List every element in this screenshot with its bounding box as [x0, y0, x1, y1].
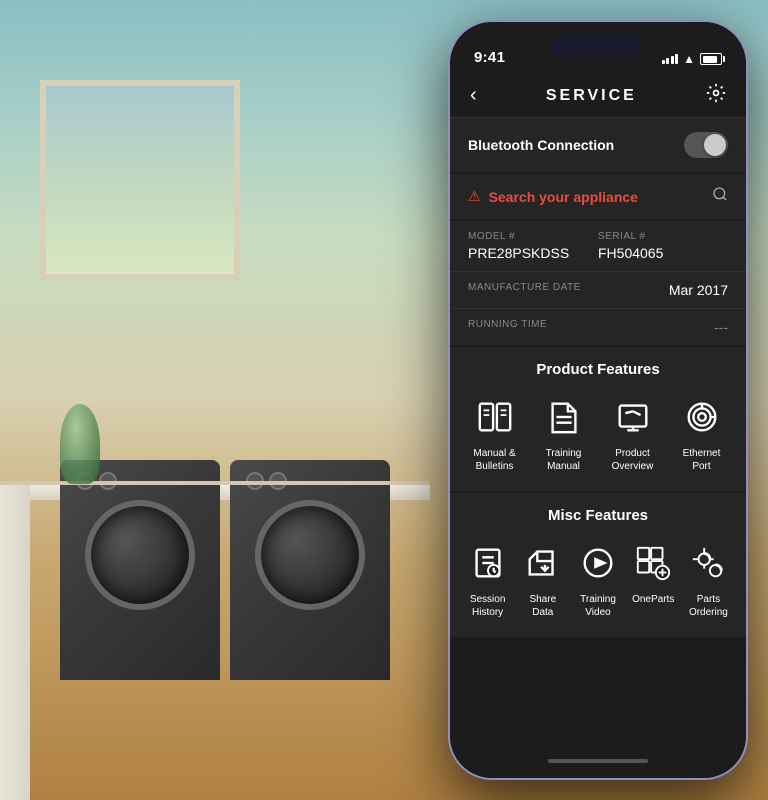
feature-oneparts[interactable]: OneParts	[626, 541, 681, 619]
parts-ordering-icon	[689, 544, 727, 582]
share-data-icon-box	[521, 541, 565, 585]
oneparts-label: OneParts	[632, 593, 674, 606]
product-overview-label: ProductOverview	[612, 447, 654, 473]
share-data-label: ShareData	[529, 593, 556, 619]
manufacture-date-row: Manufacture Date Mar 2017	[450, 272, 746, 309]
serial-value: FH504065	[598, 245, 728, 261]
product-features-section: Product Features	[450, 347, 746, 491]
search-appliance-left: ⚠ Search your appliance	[468, 188, 638, 205]
misc-features-title-row: Misc Features	[450, 493, 746, 537]
training-manual-icon-box	[542, 395, 586, 439]
manual-label: Manual &Bulletins	[473, 447, 515, 473]
serial-col: Serial # FH504065	[598, 231, 728, 261]
oneparts-icon	[634, 544, 672, 582]
model-col: Model # PRE28PSKDSS	[468, 231, 598, 261]
serial-label: Serial #	[598, 231, 728, 242]
model-serial-row: Model # PRE28PSKDSS Serial # FH504065	[450, 221, 746, 272]
ethernet-port-label: EthernetPort	[683, 447, 721, 473]
model-label: Model #	[468, 231, 598, 242]
product-overview-icon-box	[611, 395, 655, 439]
dryer-door	[255, 500, 365, 610]
appliances-area	[40, 360, 420, 680]
manufacture-date-value: Mar 2017	[669, 282, 728, 298]
feature-product-overview[interactable]: ProductOverview	[604, 395, 662, 473]
session-history-icon	[469, 544, 507, 582]
feature-manual[interactable]: Manual &Bulletins	[466, 395, 524, 473]
parts-ordering-label: PartsOrdering	[689, 593, 728, 619]
battery-icon	[700, 53, 722, 65]
feature-training-video[interactable]: TrainingVideo	[570, 541, 625, 619]
background-cabinet	[0, 485, 30, 800]
warning-icon: ⚠	[468, 188, 481, 205]
running-time-label: Running Time	[468, 319, 714, 330]
background-window	[40, 80, 240, 280]
status-time: 9:41	[474, 49, 505, 66]
oneparts-icon-box	[631, 541, 675, 585]
training-manual-label: TrainingManual	[546, 447, 582, 473]
signal-bars-icon	[662, 54, 679, 64]
appliance-info-section: Model # PRE28PSKDSS Serial # FH504065 Ma…	[450, 221, 746, 345]
misc-features-grid: SessionHistory	[450, 537, 746, 637]
product-features-grid: Manual &Bulletins	[450, 391, 746, 491]
battery-fill	[703, 56, 717, 63]
session-history-icon-box	[466, 541, 510, 585]
search-appliance-text: Search your appliance	[489, 189, 638, 205]
manual-bulletins-icon	[476, 398, 514, 436]
dryer	[230, 460, 390, 680]
training-manual-icon	[545, 398, 583, 436]
washer	[60, 460, 220, 680]
misc-features-section: Misc Features	[450, 493, 746, 637]
feature-session-history[interactable]: SessionHistory	[460, 541, 515, 619]
phone-device: 9:41 ▲ ‹ SERVICE	[448, 20, 748, 780]
product-features-title-row: Product Features	[450, 347, 746, 391]
toggle-thumb	[704, 134, 726, 156]
signal-bar-2	[666, 58, 669, 64]
back-button[interactable]: ‹	[470, 84, 477, 107]
manufacture-date-label: Manufacture Date	[468, 282, 669, 293]
background-vase	[60, 404, 100, 484]
bluetooth-toggle[interactable]	[684, 132, 728, 158]
wifi-icon: ▲	[683, 52, 695, 66]
search-icon	[712, 186, 728, 207]
manual-icon-box	[473, 395, 517, 439]
signal-bar-3	[671, 56, 674, 64]
training-video-label: TrainingVideo	[580, 593, 616, 619]
status-icons: ▲	[662, 52, 722, 66]
scroll-content[interactable]: Bluetooth Connection ⚠ Search your appli…	[450, 118, 746, 744]
product-features-title: Product Features	[536, 361, 659, 378]
feature-share-data[interactable]: ShareData	[515, 541, 570, 619]
feature-parts-ordering[interactable]: PartsOrdering	[681, 541, 736, 619]
running-time-row: Running Time ---	[450, 309, 746, 345]
phone-frame: 9:41 ▲ ‹ SERVICE	[448, 20, 748, 780]
manufacture-date-col: Manufacture Date	[468, 282, 669, 296]
signal-bar-1	[662, 60, 665, 64]
home-indicator	[450, 744, 746, 778]
background-shelf	[0, 481, 430, 485]
phone-screen: 9:41 ▲ ‹ SERVICE	[450, 22, 746, 778]
bluetooth-label: Bluetooth Connection	[468, 137, 614, 153]
model-value: PRE28PSKDSS	[468, 245, 598, 261]
signal-bar-4	[675, 54, 678, 64]
nav-title: SERVICE	[546, 87, 637, 105]
training-video-icon-box	[576, 541, 620, 585]
share-data-icon	[524, 544, 562, 582]
misc-features-title: Misc Features	[548, 507, 648, 524]
running-time-value: ---	[714, 319, 728, 335]
product-overview-icon	[614, 398, 652, 436]
bluetooth-row: Bluetooth Connection	[450, 118, 746, 172]
session-history-label: SessionHistory	[470, 593, 506, 619]
running-time-col: Running Time	[468, 319, 714, 333]
home-bar	[548, 759, 648, 763]
feature-ethernet-port[interactable]: EthernetPort	[673, 395, 731, 473]
phone-notch	[553, 34, 643, 58]
feature-training-manual[interactable]: TrainingManual	[535, 395, 593, 473]
nav-bar: ‹ SERVICE	[450, 74, 746, 118]
ethernet-port-icon-box	[680, 395, 724, 439]
settings-button[interactable]	[706, 83, 726, 108]
training-video-icon	[579, 544, 617, 582]
ethernet-port-icon	[683, 398, 721, 436]
parts-ordering-icon-box	[686, 541, 730, 585]
search-appliance-row[interactable]: ⚠ Search your appliance	[450, 174, 746, 219]
washer-door	[85, 500, 195, 610]
